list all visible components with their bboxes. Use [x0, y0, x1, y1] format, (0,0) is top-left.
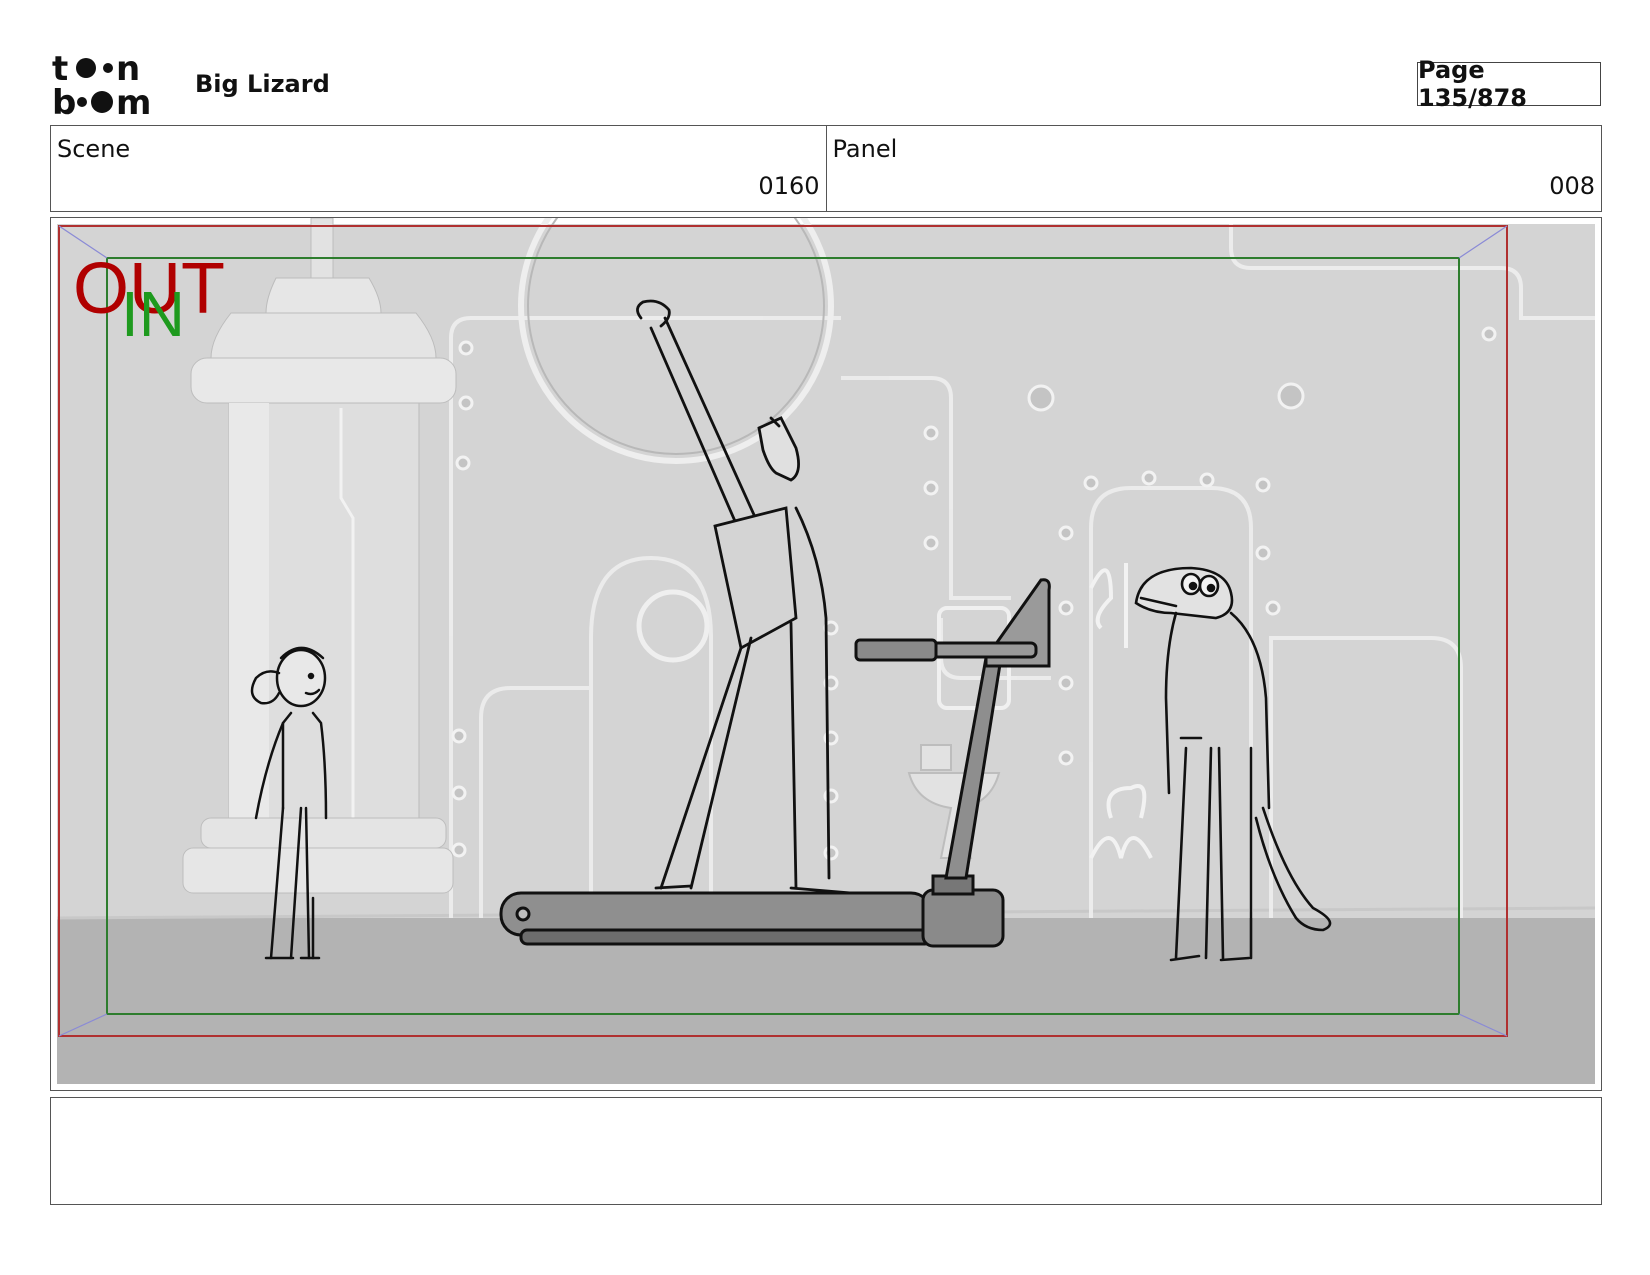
in-label: IN	[121, 278, 185, 350]
svg-text:m: m	[116, 83, 151, 118]
notes-box[interactable]	[50, 1097, 1602, 1205]
project-title: Big Lizard	[195, 70, 330, 98]
panel-value: 008	[1549, 172, 1595, 200]
scene-label: Scene	[57, 135, 131, 163]
page-indicator: Page 135/878	[1417, 56, 1601, 112]
toonboom-logo: t n b m	[52, 49, 170, 123]
panel-label: Panel	[832, 135, 898, 163]
panel-cell: Panel 008	[825, 126, 1602, 211]
svg-text:b: b	[52, 83, 76, 118]
scene-panel-info: Scene 0160 Panel 008	[50, 125, 1602, 212]
storyboard-panel: OUT IN	[50, 217, 1602, 1091]
scene-cell: Scene 0160	[51, 126, 826, 211]
scene-value: 0160	[758, 172, 820, 200]
panel-artwork: OUT IN	[56, 218, 1596, 1084]
